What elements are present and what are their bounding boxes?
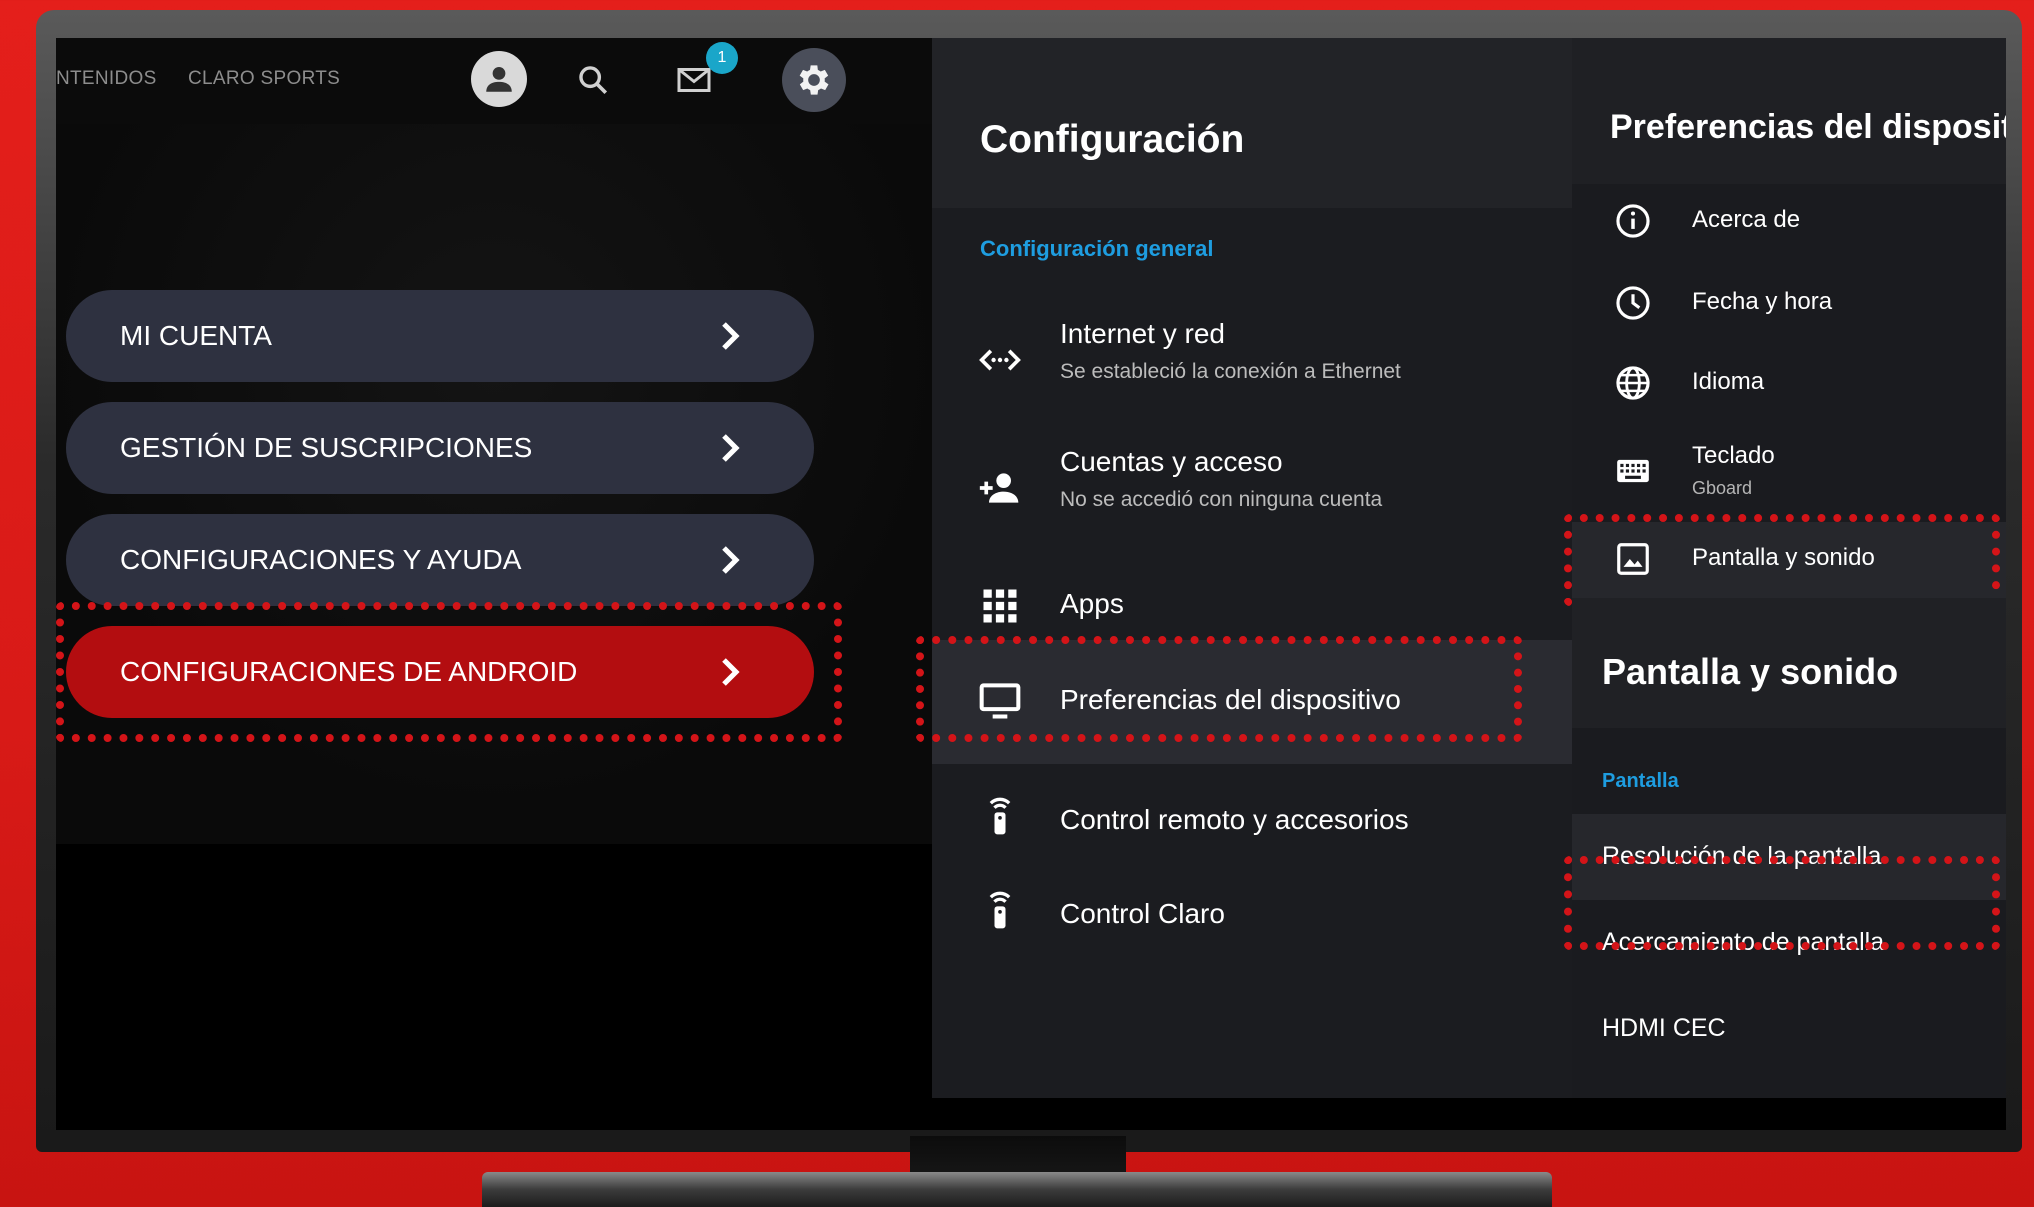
settings-row-control-remoto[interactable]: Control remoto y accesorios: [932, 778, 1572, 862]
settings-row-apps[interactable]: Apps: [932, 566, 1572, 646]
user-icon[interactable]: [471, 51, 527, 107]
menu-item-label: CONFIGURACIONES Y AYUDA: [120, 544, 522, 575]
display-sound-panel: Pantalla y sonido Pantalla Resolución de…: [1572, 598, 2006, 1098]
pref-row-acerca-de[interactable]: Acerca de: [1572, 184, 2006, 260]
row-title: Internet y red: [1060, 318, 1225, 349]
chevron-right-icon: [722, 322, 740, 350]
row-subtitle: No se accedió con ninguna cuenta: [1060, 488, 1383, 511]
menu-item-label: GESTIÓN DE SUSCRIPCIONES: [120, 432, 533, 463]
keyboard-icon: [1617, 459, 1649, 483]
row-title: Cuentas y acceso: [1060, 446, 1283, 477]
notification-badge: 1: [706, 42, 738, 74]
row-title: Control Claro: [1060, 898, 1225, 929]
panel-title: Preferencias del dispositi: [1610, 108, 2006, 146]
highlight-device-preferences: [916, 636, 1522, 742]
chevron-right-icon: [722, 434, 740, 462]
claro-app-panel: NTENIDOS CLARO SPORTS 1 MI CUENTA GESTIÓ…: [56, 38, 932, 1130]
section-header: Pantalla: [1602, 770, 1679, 792]
row-subtitle: Gboard: [1692, 478, 1753, 498]
menu-item-configuraciones-ayuda[interactable]: CONFIGURACIONES Y AYUDA: [66, 514, 814, 606]
section-header: Configuración general: [980, 236, 1214, 261]
add-person-icon: [979, 473, 1019, 503]
pref-row-fecha-hora[interactable]: Fecha y hora: [1572, 264, 2006, 340]
tv-stand-base: [482, 1172, 1552, 1207]
menu-item-label: MI CUENTA: [120, 320, 272, 351]
tv-screen: NTENIDOS CLARO SPORTS 1 MI CUENTA GESTIÓ…: [56, 38, 2006, 1130]
clock-icon: [1616, 286, 1650, 320]
settings-header: Configuración: [932, 38, 1572, 208]
panel-title: Pantalla y sonido: [1602, 651, 1899, 692]
row-title: Control remoto y accesorios: [1060, 804, 1409, 835]
gear-icon[interactable]: [782, 48, 846, 112]
nav-link-claro-sports[interactable]: CLARO SPORTS: [188, 68, 340, 90]
page-title: Configuración: [980, 118, 1245, 161]
app-topbar: NTENIDOS CLARO SPORTS 1: [56, 38, 932, 124]
row-title: Teclado: [1692, 442, 1775, 469]
highlight-resolution: [1564, 856, 2000, 950]
highlight-pantalla-sonido: [1564, 514, 2000, 606]
chevron-right-icon: [722, 546, 740, 574]
row-title: Acerca de: [1692, 206, 1801, 233]
pref-row-teclado[interactable]: Teclado Gboard: [1572, 430, 2006, 520]
pref-row-idioma[interactable]: Idioma: [1572, 346, 2006, 422]
menu-item-gestion-suscripciones[interactable]: GESTIÓN DE SUSCRIPCIONES: [66, 402, 814, 494]
settings-row-internet[interactable]: Internet y red Se estableció la conexión…: [932, 308, 1572, 418]
remote-icon: [989, 797, 1011, 835]
info-icon: [1616, 204, 1650, 238]
row-subtitle: Se estableció la conexión a Ethernet: [1060, 360, 1401, 383]
settings-panel: Configuración Configuración general Inte…: [932, 38, 1572, 1098]
menu-item-mi-cuenta[interactable]: MI CUENTA: [66, 290, 814, 382]
settings-row-control-claro[interactable]: Control Claro: [932, 872, 1572, 956]
highlight-android-settings: [56, 602, 842, 742]
display-sound-header: Pantalla y sonido: [1572, 598, 2006, 728]
globe-icon: [1616, 366, 1650, 400]
row-title: Idioma: [1692, 368, 1765, 395]
row-title: Fecha y hora: [1692, 288, 1833, 315]
search-icon[interactable]: [571, 58, 615, 102]
network-icon: [979, 349, 1021, 371]
settings-row-cuentas[interactable]: Cuentas y acceso No se accedió con ningu…: [932, 436, 1572, 546]
nav-link-contenidos[interactable]: NTENIDOS: [56, 68, 157, 90]
display-row-hdmi-cec[interactable]: HDMI CEC: [1602, 1014, 1726, 1043]
device-preferences-header: Preferencias del dispositi: [1572, 38, 2006, 184]
row-title: Apps: [1060, 588, 1124, 619]
remote-icon: [989, 891, 1011, 929]
apps-grid-icon: [983, 589, 1017, 623]
